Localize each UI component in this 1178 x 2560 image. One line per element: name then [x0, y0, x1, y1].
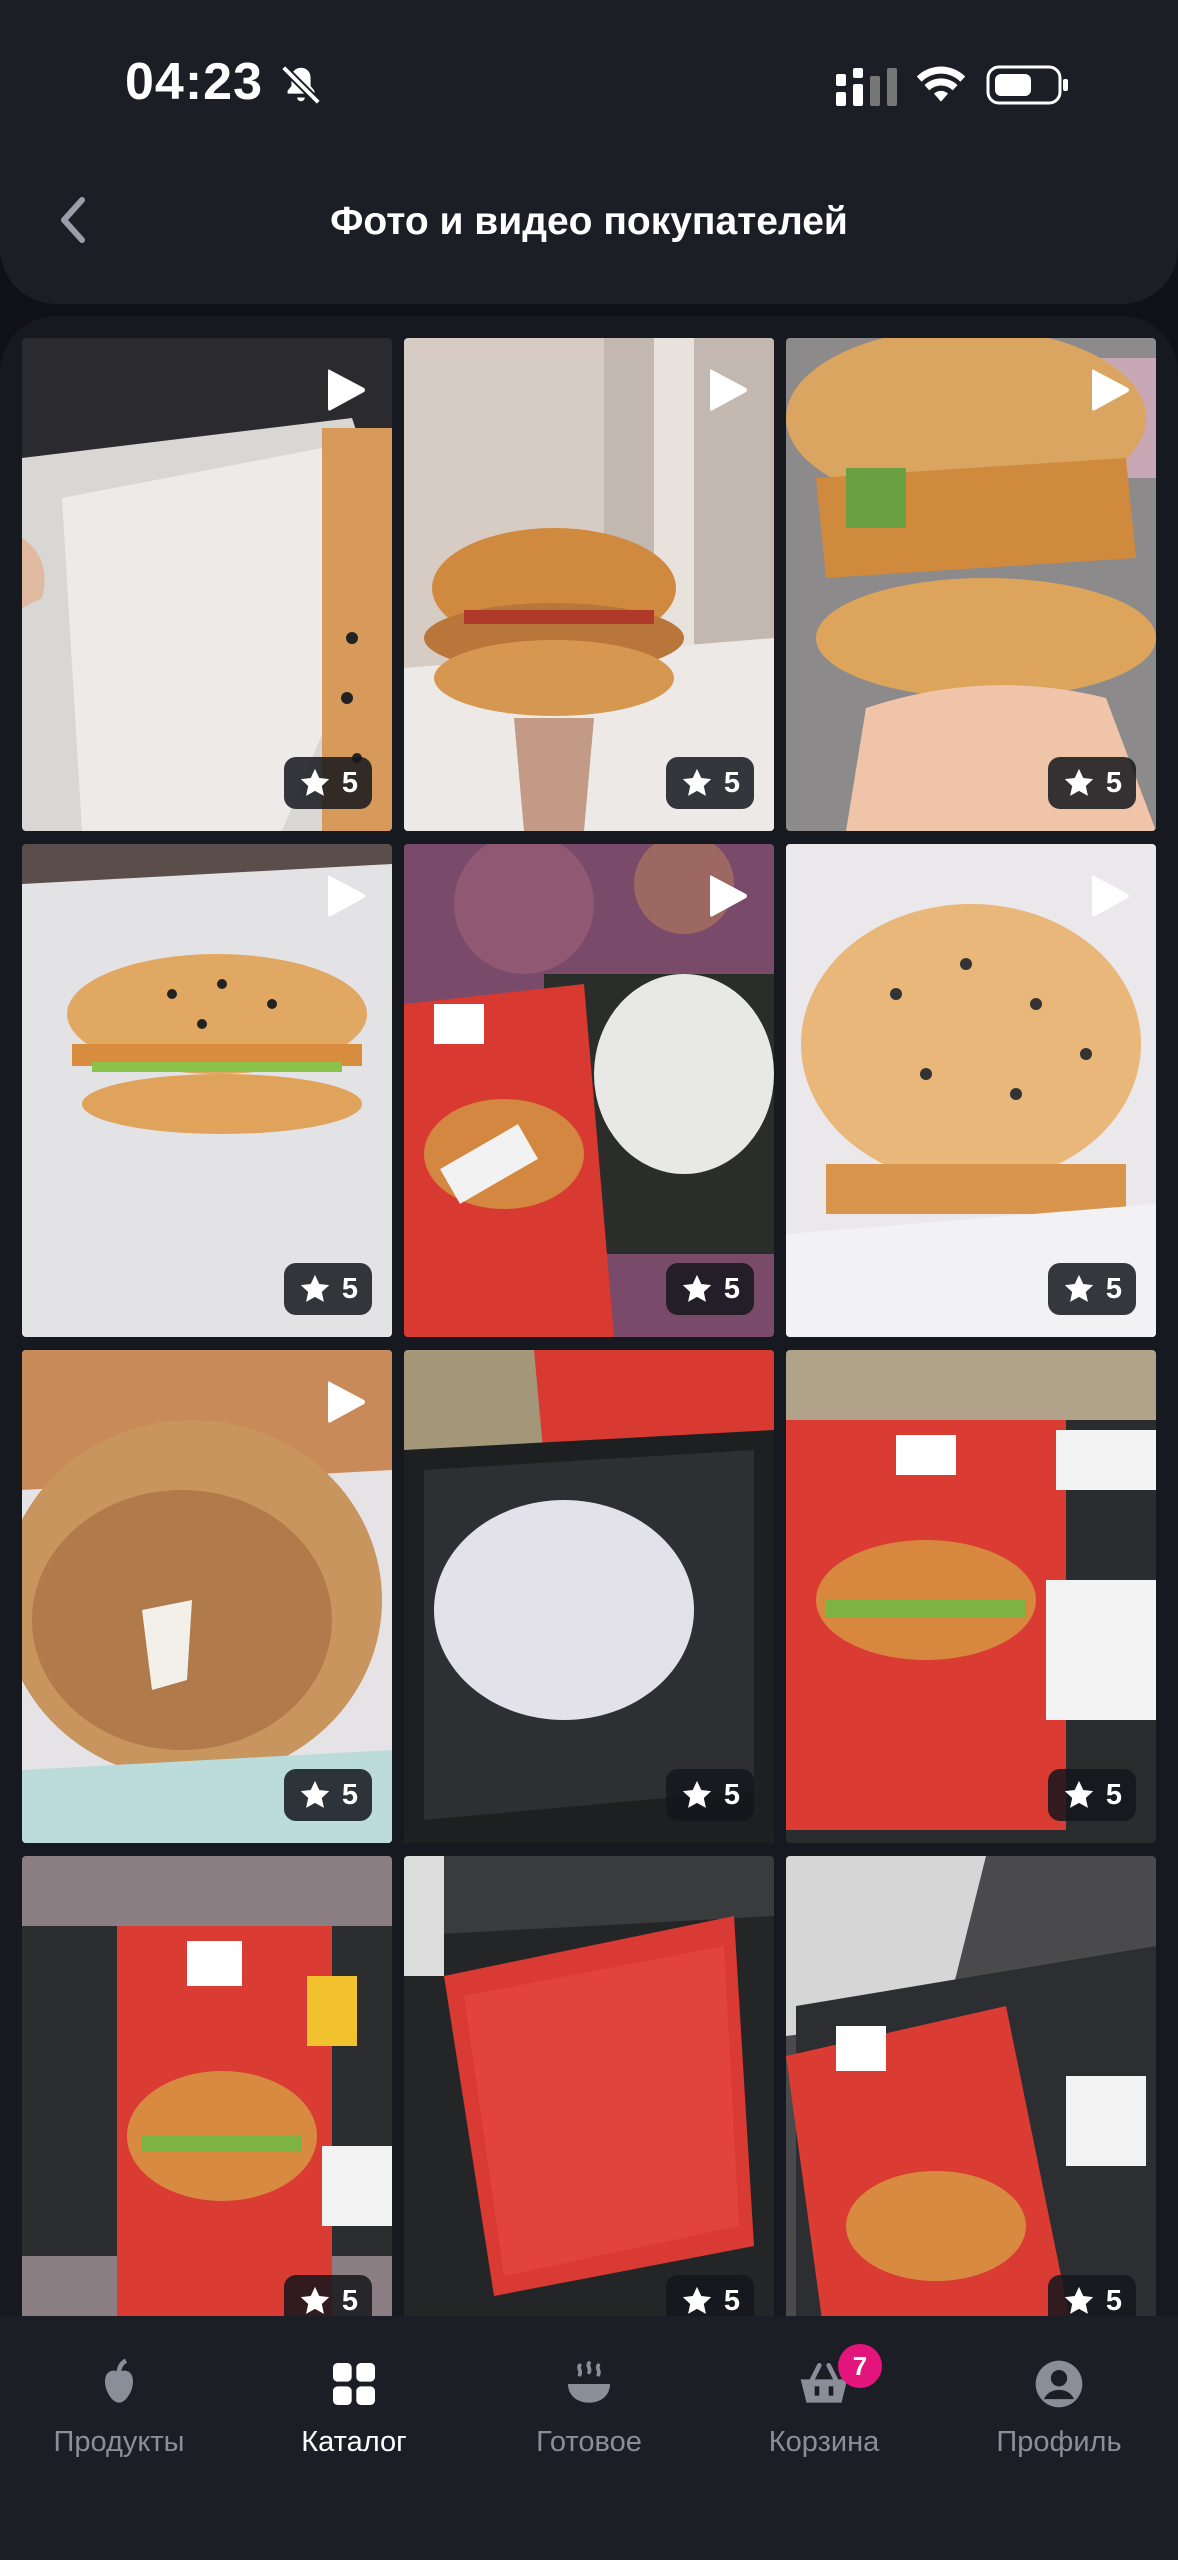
rating-value: 5: [341, 1272, 358, 1305]
wifi-icon: [916, 66, 966, 102]
star-icon: [682, 1780, 712, 1808]
grid-icon: [333, 2363, 375, 2405]
bell-off-icon: [281, 65, 321, 105]
star-icon: [1064, 2286, 1094, 2314]
profile-icon: [1035, 2360, 1083, 2408]
rating-value: 5: [1105, 2284, 1122, 2317]
rating-badge: 5: [283, 2275, 372, 2317]
rating-badge: 5: [283, 1769, 372, 1821]
nav-label: Продукты: [53, 2426, 185, 2458]
rating-value: 5: [341, 766, 358, 799]
rating-badge: 5: [665, 757, 754, 809]
play-icon: [328, 1381, 365, 1423]
media-tile[interactable]: 5: [786, 844, 1156, 1337]
rating-badge: 5: [283, 757, 372, 809]
star-icon: [300, 2286, 330, 2314]
nav-label: Профиль: [996, 2426, 1122, 2458]
page-title: Фото и видео покупателей: [330, 200, 848, 243]
battery-icon: [986, 65, 1068, 105]
media-tile[interactable]: 5: [22, 844, 392, 1337]
nav-label: Корзина: [768, 2426, 880, 2458]
play-icon: [710, 875, 747, 917]
rating-value: 5: [723, 2284, 740, 2317]
header: 04:23 Фото и видео покупателей: [0, 0, 1178, 304]
rating-value: 5: [1105, 1778, 1122, 1811]
rating-badge: 5: [665, 2275, 754, 2317]
star-icon: [1064, 768, 1094, 796]
media-tile[interactable]: 5: [404, 338, 774, 831]
play-icon: [1092, 369, 1129, 411]
nav-item-catalog[interactable]: Каталог: [244, 2356, 464, 2459]
play-icon: [710, 369, 747, 411]
nav-item-cart[interactable]: 7 Корзина: [714, 2344, 934, 2459]
star-icon: [300, 1274, 330, 1302]
nav-item-profile[interactable]: Профиль: [949, 2356, 1169, 2459]
cart-count-badge: 7: [838, 2344, 882, 2388]
rating-badge: 5: [1047, 1769, 1136, 1821]
rating-badge: 5: [1047, 757, 1136, 809]
star-icon: [1064, 1274, 1094, 1302]
photo-label-back: [404, 1856, 774, 2316]
apple-icon: [105, 2358, 133, 2403]
nav-item-products[interactable]: Продукты: [9, 2356, 229, 2459]
status-time: 04:23: [125, 53, 263, 111]
rating-badge: 5: [665, 1769, 754, 1821]
rating-value: 5: [723, 766, 740, 799]
rating-value: 5: [341, 2284, 358, 2317]
media-grid: 5 5 5 5 5 5 5 5 5 5 5 5: [22, 338, 1156, 2316]
nav-label: Каталог: [301, 2426, 407, 2458]
media-tile[interactable]: 5: [22, 338, 392, 831]
signal-icon: [836, 68, 897, 106]
media-tile[interactable]: 5: [404, 844, 774, 1337]
photo-packaged-burger: [22, 1856, 392, 2316]
play-icon: [1092, 875, 1129, 917]
media-tile[interactable]: 5: [404, 1856, 774, 2316]
rating-value: 5: [723, 1272, 740, 1305]
media-tile[interactable]: 5: [786, 338, 1156, 831]
rating-badge: 5: [1047, 2275, 1136, 2317]
media-tile[interactable]: 5: [404, 1350, 774, 1843]
rating-badge: 5: [665, 1263, 754, 1315]
media-gallery: 5 5 5 5 5 5 5 5 5 5 5 5: [0, 316, 1178, 2316]
photo-packaged-burger: [786, 1856, 1156, 2316]
media-tile[interactable]: 5: [22, 1350, 392, 1843]
media-tile[interactable]: 5: [786, 1350, 1156, 1843]
star-icon: [682, 768, 712, 796]
rating-badge: 5: [283, 1263, 372, 1315]
nav-item-ready-food[interactable]: Готовое: [479, 2356, 699, 2459]
star-icon: [300, 768, 330, 796]
rating-value: 5: [1105, 1272, 1122, 1305]
rating-value: 5: [1105, 766, 1122, 799]
play-icon: [328, 875, 365, 917]
star-icon: [300, 1780, 330, 1808]
bottom-navigation: Продукты Каталог Готовое 7 Корзина Профи…: [0, 2316, 1178, 2560]
star-icon: [682, 1274, 712, 1302]
steaming-bowl-icon: [568, 2361, 610, 2403]
media-tile[interactable]: 5: [22, 1856, 392, 2316]
rating-value: 5: [723, 1778, 740, 1811]
rating-value: 5: [341, 1778, 358, 1811]
star-icon: [1064, 1780, 1094, 1808]
play-icon: [328, 369, 365, 411]
media-tile[interactable]: 5: [786, 1856, 1156, 2316]
star-icon: [682, 2286, 712, 2314]
nav-label: Готовое: [536, 2426, 642, 2458]
rating-badge: 5: [1047, 1263, 1136, 1315]
